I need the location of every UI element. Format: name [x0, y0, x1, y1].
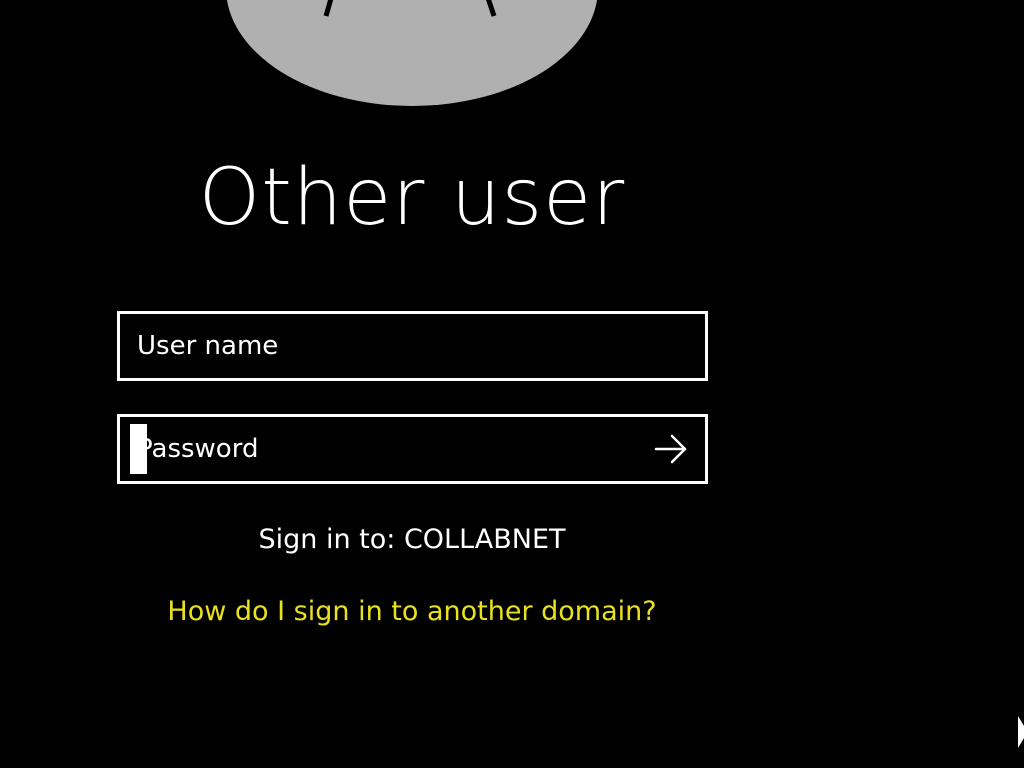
- sign-in-domain-label: Sign in to: COLLABNET: [258, 524, 566, 555]
- username-input[interactable]: [120, 314, 705, 378]
- page-title: Other user: [198, 153, 626, 243]
- user-avatar-icon: [323, 0, 497, 17]
- ease-of-access-icon[interactable]: [1014, 712, 1024, 752]
- other-domain-help-link[interactable]: How do I sign in to another domain?: [0, 592, 824, 632]
- submit-button[interactable]: [645, 423, 697, 475]
- arrow-right-icon: [654, 434, 687, 464]
- password-input[interactable]: [120, 417, 705, 481]
- user-avatar: [226, 0, 598, 106]
- password-field[interactable]: [117, 414, 708, 484]
- username-field[interactable]: [117, 311, 708, 381]
